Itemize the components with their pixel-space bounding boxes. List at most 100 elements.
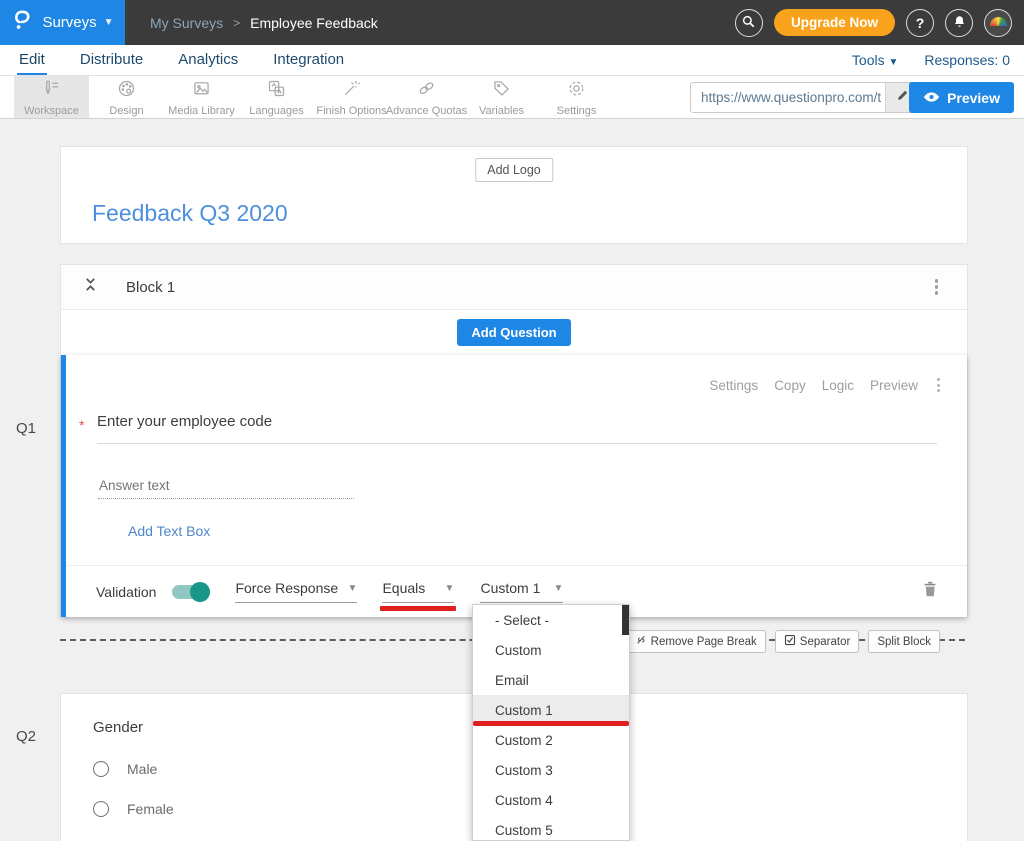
chevron-down-icon: ▼: [554, 583, 564, 594]
tab-distribute[interactable]: Distribute: [78, 45, 145, 75]
responses-count[interactable]: Responses: 0: [924, 52, 1010, 68]
main-tab-bar: Edit Distribute Analytics Integration To…: [0, 45, 1024, 76]
survey-editor-page: Surveys ▼ My Surveys > Employee Feedback…: [0, 0, 1024, 841]
breadcrumb-my-surveys[interactable]: My Surveys: [150, 15, 223, 31]
separator-button[interactable]: Separator: [775, 630, 860, 653]
trash-icon: [921, 580, 937, 603]
remove-page-break-button[interactable]: Remove Page Break: [626, 630, 766, 653]
question-actions: Settings Copy Logic Preview: [709, 375, 943, 395]
chevron-down-icon: ▼: [445, 583, 455, 594]
question-text[interactable]: Gender: [93, 719, 143, 736]
chain-links-icon: [416, 78, 437, 104]
survey-url-field: [690, 82, 920, 113]
answer-text-input[interactable]: [98, 475, 354, 499]
radio-button-icon[interactable]: [93, 801, 109, 817]
dropdown-option-custom[interactable]: Custom: [473, 635, 629, 665]
question-preview-link[interactable]: Preview: [870, 378, 918, 393]
editor-toolbar: Workspace Design Media Library Languages…: [0, 76, 1024, 119]
dropdown-option-custom3[interactable]: Custom 3: [473, 755, 629, 785]
surveys-product-menu[interactable]: Surveys ▼: [0, 0, 125, 45]
survey-title[interactable]: Feedback Q3 2020: [92, 200, 288, 227]
breadcrumb-separator: >: [233, 16, 240, 30]
question-2-number-label: Q2: [16, 728, 36, 745]
dropdown-option-custom4[interactable]: Custom 4: [473, 785, 629, 815]
top-bar-actions: Upgrade Now ?: [735, 9, 1012, 37]
chevron-down-icon: ▼: [348, 583, 358, 594]
toolbar-item-workspace[interactable]: Workspace: [14, 76, 89, 118]
collapse-chevrons-icon: [83, 276, 98, 298]
toolbar-item-media-library[interactable]: Media Library: [164, 76, 239, 118]
delete-validation-button[interactable]: [921, 580, 937, 603]
dropdown-option-email[interactable]: Email: [473, 665, 629, 695]
dropdown-option-select[interactable]: - Select -: [473, 605, 629, 635]
toolbar-item-variables[interactable]: Variables: [464, 76, 539, 118]
search-button[interactable]: [735, 9, 763, 37]
operator-dropdown[interactable]: Equals ▼: [382, 580, 454, 603]
answer-option-female[interactable]: Female: [93, 801, 174, 817]
question-1-number-label: Q1: [16, 420, 36, 437]
broken-link-icon: [635, 634, 647, 649]
toolbar-item-languages[interactable]: Languages: [239, 76, 314, 118]
validation-value-dropdown[interactable]: Custom 1 ▼: [480, 580, 563, 603]
tab-analytics[interactable]: Analytics: [176, 45, 240, 75]
breadcrumb-current-survey: Employee Feedback: [250, 15, 378, 31]
top-bar: Surveys ▼ My Surveys > Employee Feedback…: [0, 0, 1024, 45]
radio-button-icon[interactable]: [93, 761, 109, 777]
questionpro-logo-icon: [11, 8, 35, 37]
toolbar-item-settings[interactable]: Settings: [539, 76, 614, 118]
question-text-row: * Enter your employee code: [66, 413, 937, 444]
tag-icon: [491, 78, 512, 104]
chevron-down-icon: ▼: [888, 57, 898, 68]
split-block-button[interactable]: Split Block: [868, 630, 940, 653]
avatar-rainbow-logo-icon: [990, 17, 1007, 26]
block-title[interactable]: Block 1: [126, 279, 175, 296]
toolbar-item-design[interactable]: Design: [89, 76, 164, 118]
toolbar-item-finish-options[interactable]: Finish Options: [314, 76, 389, 118]
add-question-button[interactable]: Add Question: [457, 319, 570, 346]
workspace-icon: [41, 78, 62, 104]
answer-option-male[interactable]: Male: [93, 761, 157, 777]
tools-menu[interactable]: Tools ▼: [852, 52, 898, 68]
add-question-row: Add Question: [61, 310, 967, 355]
survey-url-input[interactable]: [691, 83, 885, 112]
upgrade-now-button[interactable]: Upgrade Now: [774, 9, 895, 36]
tab-edit[interactable]: Edit: [17, 45, 47, 75]
help-button[interactable]: ?: [906, 9, 934, 37]
gear-icon: [566, 78, 587, 104]
checkbox-checked-icon: [784, 634, 796, 649]
user-avatar[interactable]: [984, 9, 1012, 37]
dropdown-option-custom1[interactable]: Custom 1: [473, 695, 629, 725]
validation-value-dropdown-menu: - Select - Custom Email Custom 1 Custom …: [472, 604, 630, 841]
add-text-box-link[interactable]: Add Text Box: [128, 523, 210, 539]
toggle-knob: [190, 582, 210, 602]
question-copy-link[interactable]: Copy: [774, 378, 806, 393]
dropdown-option-custom5[interactable]: Custom 5: [473, 815, 629, 841]
magic-wand-icon: [341, 78, 362, 104]
add-logo-button[interactable]: Add Logo: [475, 158, 553, 182]
question-logic-link[interactable]: Logic: [822, 378, 854, 393]
collapse-block-button[interactable]: [83, 276, 98, 298]
block-menu-button[interactable]: [931, 275, 943, 299]
toolbar-item-advance-quotas[interactable]: Advance Quotas: [389, 76, 464, 118]
question-settings-link[interactable]: Settings: [709, 378, 758, 393]
search-icon: [741, 14, 756, 32]
notifications-button[interactable]: [945, 9, 973, 37]
page-break-buttons: Remove Page Break Separator Split Block: [626, 630, 940, 653]
block-card: Block 1 Add Question Settings Copy Logic…: [60, 264, 968, 617]
annotation-equals-red-underline: [380, 606, 456, 611]
force-response-dropdown[interactable]: Force Response ▼: [235, 580, 357, 603]
languages-translate-icon: [266, 78, 287, 104]
question-text[interactable]: Enter your employee code: [97, 413, 937, 444]
validation-toggle[interactable]: [172, 585, 208, 599]
question-mark-icon: ?: [916, 15, 925, 31]
dropdown-scrollbar-thumb[interactable]: [622, 605, 629, 635]
dropdown-option-custom2[interactable]: Custom 2: [473, 725, 629, 755]
question-menu-button[interactable]: [934, 375, 943, 395]
eye-icon: [923, 90, 940, 106]
bell-icon: [952, 14, 967, 32]
required-asterisk: *: [79, 417, 84, 433]
design-palette-icon: [116, 78, 137, 104]
preview-button[interactable]: Preview: [909, 82, 1014, 113]
question-1-card: Settings Copy Logic Preview * Enter your…: [61, 355, 967, 617]
tab-integration[interactable]: Integration: [271, 45, 346, 75]
